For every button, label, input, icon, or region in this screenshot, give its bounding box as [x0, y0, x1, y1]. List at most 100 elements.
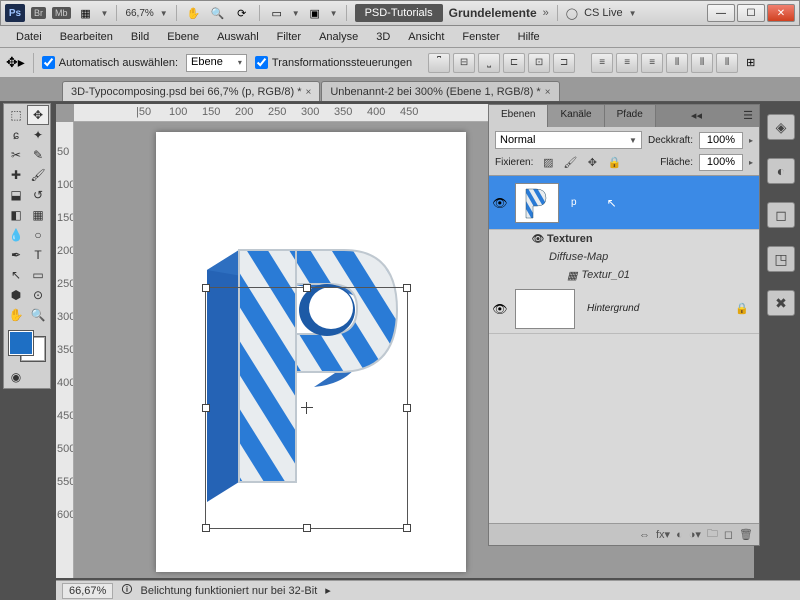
- menu-hilfe[interactable]: Hilfe: [510, 29, 548, 45]
- crop-tool-icon[interactable]: ✂: [5, 145, 27, 165]
- auto-select-checkbox[interactable]: Automatisch auswählen:: [42, 56, 178, 69]
- transform-center[interactable]: [301, 402, 313, 414]
- transform-bounding-box[interactable]: [205, 287, 408, 529]
- layer-fx-icon[interactable]: fx▾: [656, 528, 670, 541]
- tools-panel-icon[interactable]: ✖: [767, 290, 795, 316]
- doc-info-icon[interactable]: 🛈: [121, 581, 132, 600]
- zoom-display[interactable]: 66,7%: [125, 8, 153, 19]
- history-brush-icon[interactable]: ↺: [27, 185, 49, 205]
- transform-handle[interactable]: [403, 284, 411, 292]
- rotate-icon[interactable]: ⟳: [233, 4, 251, 22]
- gradient-tool-icon[interactable]: ▦: [27, 205, 49, 225]
- eyedropper-icon[interactable]: ✎: [27, 145, 49, 165]
- layer-p[interactable]: 👁 p ↖: [489, 176, 759, 230]
- close-tab-icon[interactable]: ×: [545, 87, 551, 98]
- tab-kanaele[interactable]: Kanäle: [548, 105, 604, 127]
- bridge-icon[interactable]: Br: [31, 7, 46, 19]
- transform-handle[interactable]: [403, 404, 411, 412]
- hand-tool-icon[interactable]: ✋: [5, 305, 27, 325]
- cslive-icon[interactable]: ◯: [566, 7, 578, 20]
- menu-ebene[interactable]: Ebene: [159, 29, 207, 45]
- layer-list[interactable]: 👁 p ↖ 👁 Texturen Diffuse-Map ▦Textur_01 …: [489, 176, 759, 523]
- transform-handle[interactable]: [202, 284, 210, 292]
- 3d-tool-icon[interactable]: ⬢: [5, 285, 27, 305]
- 3d-camera-icon[interactable]: ⊙: [27, 285, 49, 305]
- 3d-panel-icon[interactable]: ◳: [767, 246, 795, 272]
- transform-handle[interactable]: [202, 404, 210, 412]
- zoom-tool-icon[interactable]: 🔍: [27, 305, 49, 325]
- opacity-input[interactable]: 100%: [699, 132, 743, 149]
- menu-bild[interactable]: Bild: [123, 29, 157, 45]
- menu-analyse[interactable]: Analyse: [311, 29, 366, 45]
- lasso-tool-icon[interactable]: ɕ: [5, 125, 27, 145]
- color-swatches[interactable]: [7, 329, 47, 363]
- move-tool-icon[interactable]: ✥: [27, 105, 49, 125]
- move-tool-icon[interactable]: ✥▸: [6, 54, 25, 71]
- transform-handle[interactable]: [303, 284, 311, 292]
- workspace-pill[interactable]: PSD-Tutorials: [355, 4, 443, 22]
- panel-collapse-icon[interactable]: ◂◂: [685, 105, 708, 127]
- menu-filter[interactable]: Filter: [269, 29, 309, 45]
- maximize-button[interactable]: ☐: [737, 4, 765, 22]
- transform-handle[interactable]: [303, 524, 311, 532]
- lock-pixels-icon[interactable]: 🖌: [561, 153, 579, 171]
- doc-tab-2[interactable]: Unbenannt-2 bei 300% (Ebene 1, RGB/8) *×: [321, 81, 559, 101]
- pen-tool-icon[interactable]: ✒: [5, 245, 27, 265]
- adjustments-panel-icon[interactable]: ◐: [767, 158, 795, 184]
- menu-datei[interactable]: Datei: [8, 29, 50, 45]
- menu-bearbeiten[interactable]: Bearbeiten: [52, 29, 121, 45]
- dist-right-icon[interactable]: ⦀: [716, 53, 738, 73]
- link-layers-icon[interactable]: ⇔: [639, 529, 650, 541]
- tab-ebenen[interactable]: Ebenen: [489, 105, 548, 127]
- align-hcenter-icon[interactable]: ⊡: [528, 53, 550, 73]
- transform-handle[interactable]: [202, 524, 210, 532]
- healing-brush-icon[interactable]: ✚: [5, 165, 27, 185]
- dist-top-icon[interactable]: ≡: [591, 53, 613, 73]
- fill-slider-icon[interactable]: ▸: [749, 158, 753, 167]
- fill-input[interactable]: 100%: [699, 154, 743, 171]
- masks-panel-icon[interactable]: ◻: [767, 202, 795, 228]
- new-group-icon[interactable]: 🗀: [707, 525, 718, 544]
- layer-group-texturen[interactable]: 👁 Texturen: [489, 230, 759, 248]
- panel-menu-icon[interactable]: ☰: [737, 105, 759, 127]
- lock-transparent-icon[interactable]: ▨: [539, 153, 557, 171]
- align-top-icon[interactable]: ⎴: [428, 53, 450, 73]
- layer-diffuse-map[interactable]: Diffuse-Map: [489, 248, 759, 266]
- opacity-slider-icon[interactable]: ▸: [749, 136, 753, 145]
- ruler-vertical[interactable]: 50100 150200 250300 350400 450500 550600: [56, 122, 74, 578]
- view-extras-icon[interactable]: ▦: [77, 4, 95, 22]
- align-bottom-icon[interactable]: ⎵: [478, 53, 500, 73]
- dist-bottom-icon[interactable]: ≡: [641, 53, 663, 73]
- layer-hintergrund[interactable]: 👁 Hintergrund 🔒: [489, 284, 759, 334]
- minibridge-icon[interactable]: Mb: [52, 7, 71, 19]
- align-vcenter-icon[interactable]: ⊟: [453, 53, 475, 73]
- auto-align-icon[interactable]: ⊞: [746, 56, 755, 69]
- quickmask-icon[interactable]: ◉: [5, 367, 27, 387]
- new-layer-icon[interactable]: ◻: [724, 528, 733, 541]
- dist-left-icon[interactable]: ⦀: [666, 53, 688, 73]
- layer-mask-icon[interactable]: ◐: [676, 529, 683, 541]
- tab-pfade[interactable]: Pfade: [605, 105, 656, 127]
- type-tool-icon[interactable]: T: [27, 245, 49, 265]
- visibility-icon[interactable]: 👁: [529, 234, 547, 245]
- brush-tool-icon[interactable]: 🖌: [27, 165, 49, 185]
- close-button[interactable]: ✕: [767, 4, 795, 22]
- transform-controls-checkbox[interactable]: Transformationssteuerungen: [255, 56, 412, 69]
- color-panel-icon[interactable]: ◈: [767, 114, 795, 140]
- path-select-icon[interactable]: ↖: [5, 265, 27, 285]
- hand-icon[interactable]: ✋: [185, 4, 203, 22]
- adjustment-layer-icon[interactable]: ◑▾: [689, 528, 701, 541]
- menu-fenster[interactable]: Fenster: [454, 29, 507, 45]
- delete-layer-icon[interactable]: 🗑: [739, 528, 753, 541]
- visibility-icon[interactable]: 👁: [489, 302, 511, 316]
- zoom-icon[interactable]: 🔍: [209, 4, 227, 22]
- cslive-label[interactable]: CS Live: [584, 7, 623, 19]
- layer-thumbnail[interactable]: [515, 289, 575, 329]
- blend-mode-select[interactable]: Normal▼: [495, 131, 642, 149]
- zoom-status[interactable]: 66,67%: [62, 583, 113, 599]
- close-tab-icon[interactable]: ×: [306, 87, 312, 98]
- screen-mode-icon[interactable]: ▣: [306, 4, 324, 22]
- foreground-color[interactable]: [9, 331, 33, 355]
- minimize-button[interactable]: —: [707, 4, 735, 22]
- stamp-tool-icon[interactable]: ⬓: [5, 185, 27, 205]
